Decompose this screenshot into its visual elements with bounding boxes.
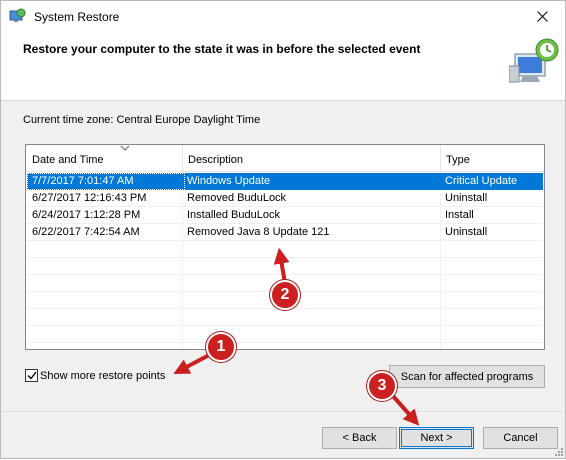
empty-row	[27, 241, 543, 258]
system-restore-icon	[9, 8, 26, 22]
restore-points-list[interactable]: Date and Time Description Type 7/7/2017 …	[25, 144, 545, 350]
cancel-button-label: Cancel	[503, 432, 538, 444]
annotation-badge-3: 3	[367, 371, 397, 401]
annotation-arrow-1	[173, 352, 212, 375]
row-type: Uninstall	[445, 192, 488, 204]
empty-row	[27, 309, 543, 326]
row-date: 6/22/2017 7:42:54 AM	[32, 226, 140, 238]
table-row[interactable]: 7/7/2017 7:01:47 AM Windows Update Criti…	[27, 173, 543, 190]
cancel-button[interactable]: Cancel	[483, 427, 558, 449]
title-bar: System Restore	[1, 1, 565, 32]
row-type: Install	[445, 209, 474, 221]
row-date: 6/24/2017 1:12:28 PM	[32, 209, 141, 221]
column-description[interactable]: Description	[182, 145, 440, 171]
scan-affected-programs-button[interactable]: Scan for affected programs	[389, 365, 545, 388]
show-more-checkbox[interactable]	[25, 369, 38, 382]
row-date: 6/27/2017 12:16:43 PM	[32, 192, 147, 204]
page-heading: Restore your computer to the state it wa…	[23, 42, 421, 56]
show-more-restore-points[interactable]: Show more restore points	[25, 369, 165, 382]
restore-computer-icon	[509, 38, 559, 83]
back-button-label: < Back	[342, 432, 377, 444]
footer-panel	[1, 412, 565, 458]
scan-button-label: Scan for affected programs	[400, 370, 534, 383]
close-icon	[536, 11, 548, 22]
empty-row	[27, 326, 543, 343]
annotation-badge-1: 1	[206, 332, 236, 362]
next-button[interactable]: Next >	[399, 427, 474, 449]
table-row[interactable]: 6/22/2017 7:42:54 AM Removed Java 8 Upda…	[27, 224, 543, 241]
row-description: Removed Java 8 Update 121	[187, 226, 330, 238]
checkmark-icon	[27, 371, 37, 380]
next-button-label: Next >	[420, 432, 453, 444]
row-description: Installed BuduLock	[187, 209, 280, 221]
row-description: Removed BuduLock	[187, 192, 287, 204]
row-date: 7/7/2017 7:01:47 AM	[32, 175, 134, 187]
timezone-label: Current time zone: Central Europe Daylig…	[23, 114, 261, 126]
resize-grip-icon[interactable]	[553, 446, 563, 456]
show-more-label: Show more restore points	[40, 369, 166, 382]
row-type: Uninstall	[445, 226, 488, 238]
list-header: Date and Time Description Type	[26, 145, 544, 172]
row-type: Critical Update	[445, 175, 518, 187]
row-description: Windows Update	[187, 175, 271, 187]
table-row[interactable]: 6/27/2017 12:16:43 PM Removed BuduLock U…	[27, 190, 543, 207]
column-date-time[interactable]: Date and Time	[26, 145, 182, 171]
annotation-badge-2: 2	[270, 280, 300, 310]
sort-down-arrow-icon	[120, 145, 130, 151]
back-button[interactable]: < Back	[322, 427, 397, 449]
window-title: System Restore	[34, 10, 120, 24]
empty-row	[27, 258, 543, 275]
system-restore-window: System Restore Restore your computer to …	[0, 0, 566, 459]
column-type[interactable]: Type	[440, 145, 544, 171]
header-panel: Restore your computer to the state it wa…	[1, 32, 565, 101]
table-row[interactable]: 6/24/2017 1:12:28 PM Installed BuduLock …	[27, 207, 543, 224]
close-button[interactable]	[519, 1, 565, 32]
